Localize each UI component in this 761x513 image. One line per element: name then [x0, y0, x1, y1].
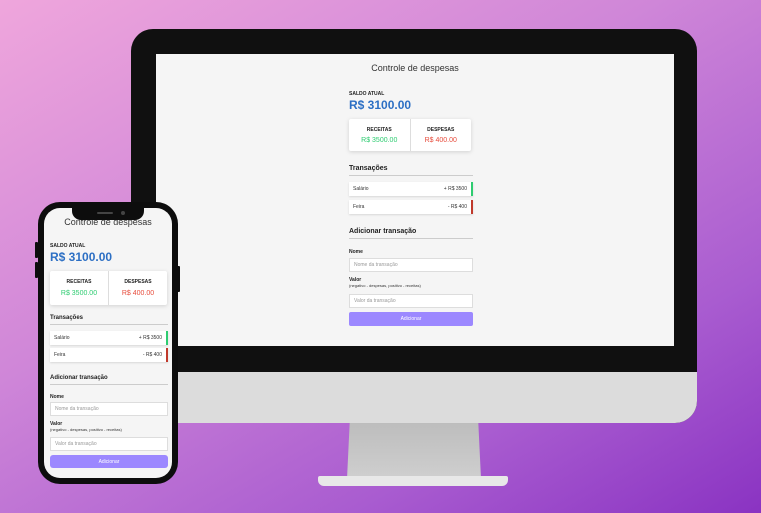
phone-power-button — [177, 266, 180, 292]
income-column: RECEITAS R$ 3500.00 — [50, 279, 108, 297]
name-input[interactable]: Nome da transação — [50, 402, 168, 416]
mobile-app: Controle de despesas SALDO ATUAL R$ 3100… — [44, 208, 172, 478]
balance-label: SALDO ATUAL — [349, 91, 385, 97]
expense-column: DESPESAS R$ 400.00 — [411, 127, 472, 144]
income-label: RECEITAS — [66, 279, 92, 285]
transactions-heading: Transações — [50, 315, 168, 325]
add-transaction-heading: Adicionar transação — [50, 375, 168, 385]
name-label: Nome — [50, 394, 64, 400]
summary-card: RECEITAS R$ 3500.00 DESPESAS R$ 400.00 — [50, 271, 167, 305]
phone-speaker — [97, 212, 113, 214]
expense-label: DESPESAS — [124, 279, 152, 285]
expense-column: DESPESAS R$ 400.00 — [109, 279, 167, 297]
name-label: Nome — [349, 249, 363, 255]
add-button[interactable]: Adicionar — [50, 455, 168, 468]
income-value: R$ 3500.00 — [361, 136, 398, 144]
transaction-amount: - R$ 400 — [142, 352, 162, 358]
transaction-name: Salário — [54, 335, 70, 341]
expense-value: R$ 400.00 — [424, 136, 457, 144]
phone-camera — [121, 211, 125, 215]
phone-screen: Controle de despesas SALDO ATUAL R$ 3100… — [44, 208, 172, 478]
income-column: RECEITAS R$ 3500.00 — [349, 127, 410, 144]
transaction-item[interactable]: Feira - R$ 400 — [50, 348, 168, 362]
value-hint: (negativo - despesas, positivo - receita… — [349, 283, 421, 288]
transaction-name: Feira — [353, 204, 365, 210]
transaction-amount: - R$ 400 — [447, 204, 467, 210]
name-input[interactable]: Nome da transação — [349, 258, 473, 272]
value-input[interactable]: Valor da transação — [349, 294, 473, 308]
transaction-name: Salário — [353, 186, 369, 192]
add-button[interactable]: Adicionar — [349, 312, 473, 326]
monitor-base — [318, 476, 508, 486]
balance-label: SALDO ATUAL — [50, 243, 86, 249]
transaction-item[interactable]: Salário + R$ 3500 — [50, 331, 168, 345]
desktop-screen: Controle de despesas SALDO ATUAL R$ 3100… — [156, 54, 674, 346]
transaction-item[interactable]: Salário + R$ 3500 — [349, 182, 473, 196]
page-title: Controle de despesas — [371, 63, 459, 73]
phone-side-button — [35, 242, 38, 258]
transactions-heading: Transações — [349, 165, 473, 176]
income-value: R$ 3500.00 — [60, 290, 98, 297]
monitor-chin — [131, 372, 697, 423]
transaction-name: Feira — [54, 352, 66, 358]
add-transaction-heading: Adicionar transação — [349, 228, 473, 239]
transaction-item[interactable]: Feira - R$ 400 — [349, 200, 473, 214]
phone-side-button — [35, 262, 38, 278]
balance-value: R$ 3100.00 — [50, 250, 113, 264]
phone-notch — [72, 208, 144, 220]
expense-label: DESPESAS — [427, 126, 455, 133]
summary-card: RECEITAS R$ 3500.00 DESPESAS R$ 400.00 — [349, 119, 471, 151]
value-input[interactable]: Valor da transação — [50, 437, 168, 451]
desktop-app: Controle de despesas SALDO ATUAL R$ 3100… — [156, 54, 674, 346]
transaction-amount: + R$ 3500 — [443, 186, 467, 192]
monitor-stand — [347, 423, 481, 479]
income-label: RECEITAS — [366, 126, 392, 133]
transaction-amount: + R$ 3500 — [138, 335, 162, 341]
balance-value: R$ 3100.00 — [349, 98, 412, 112]
expense-value: R$ 400.00 — [121, 290, 155, 297]
value-hint: (negativo - despesas, positivo - receita… — [50, 427, 122, 432]
